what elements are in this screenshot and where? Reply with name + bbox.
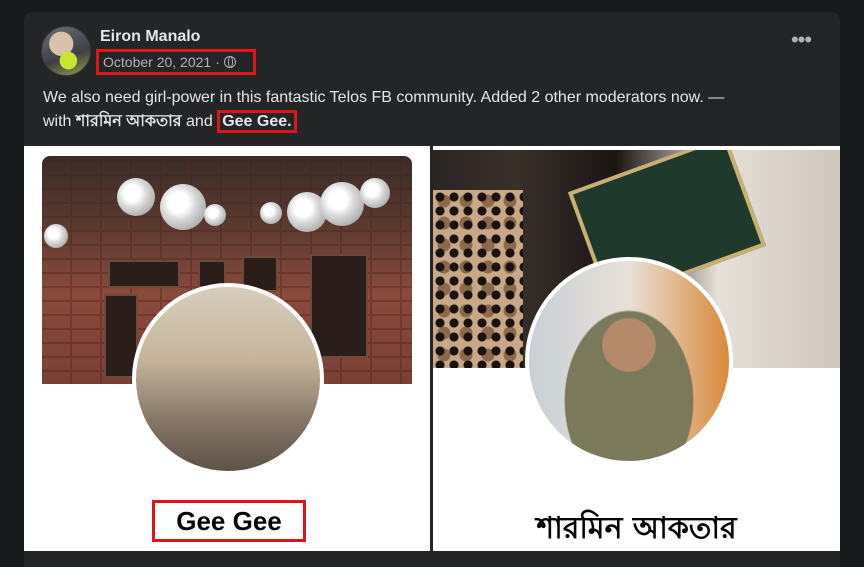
lamp-1 <box>117 178 155 216</box>
tagged-user-2[interactable]: Gee Gee. <box>217 110 297 133</box>
author-avatar[interactable] <box>41 26 91 76</box>
profile-name-right: শারমিন আকতার <box>536 511 737 546</box>
post-text-with: with <box>43 113 72 130</box>
more-options-icon[interactable]: ••• <box>789 29 813 58</box>
wall-art-4 <box>310 254 368 358</box>
author-name[interactable]: Eiron Manalo <box>100 28 200 46</box>
lamp-3 <box>204 204 226 226</box>
meta-separator: · <box>215 54 220 70</box>
leopard-fabric <box>433 190 523 368</box>
lamp-4 <box>260 202 282 224</box>
post-text: We also need girl-power in this fantasti… <box>43 86 833 134</box>
post-card: Eiron Manalo October 20, 2021 · ••• We a… <box>24 12 840 567</box>
lamp-7 <box>360 178 390 208</box>
profile-photo-left <box>132 283 324 475</box>
profile-photo-right <box>525 257 733 465</box>
lamp-2 <box>160 184 206 230</box>
post-text-and: and <box>186 113 213 130</box>
lamp-6 <box>320 182 364 226</box>
post-date[interactable]: October 20, 2021 <box>103 54 211 70</box>
post-meta: October 20, 2021 · <box>96 49 256 75</box>
lamp-8 <box>44 224 68 248</box>
profile-name-left: Gee Gee <box>152 500 306 542</box>
globe-icon[interactable] <box>223 56 236 68</box>
photo-left[interactable]: Gee Gee <box>24 146 430 551</box>
post-header: Eiron Manalo October 20, 2021 · ••• <box>24 12 840 82</box>
photo-right[interactable]: শারমিন আকতার <box>433 146 840 551</box>
tagged-user-1[interactable]: শারমিন আকতার <box>76 113 182 130</box>
post-text-main: We also need girl-power in this fantasti… <box>43 89 725 106</box>
photo-grid: Gee Gee শারমিন আকতার <box>24 146 840 567</box>
wall-art-1 <box>108 260 180 288</box>
